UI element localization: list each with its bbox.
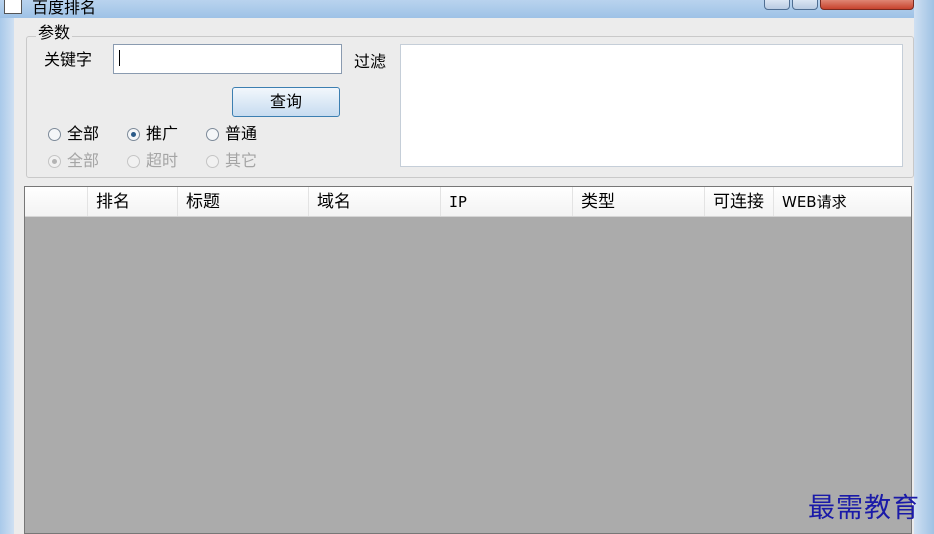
- radio-label: 超时: [146, 151, 179, 170]
- column-header-connectable[interactable]: 可连接: [704, 187, 773, 216]
- radio-label: 全部: [67, 151, 100, 170]
- filter-label: 过滤: [354, 52, 387, 71]
- column-header-type[interactable]: 类型: [572, 187, 704, 216]
- column-header-title[interactable]: 标题: [177, 187, 308, 216]
- app-icon: [4, 0, 22, 14]
- watermark-text: 最需教育: [808, 493, 920, 524]
- radio-indicator: [48, 154, 61, 168]
- radio-type-promoted[interactable]: 推广: [127, 124, 178, 144]
- minimize-button[interactable]: [764, 0, 790, 10]
- window-frame-right: [914, 0, 934, 534]
- results-listview[interactable]: 排名 标题 域名 IP 类型 可连接 WEB请求: [24, 186, 912, 534]
- radio-label: 全部: [67, 124, 100, 143]
- close-button[interactable]: [820, 0, 914, 10]
- query-button[interactable]: 查询: [232, 87, 340, 117]
- radio-status-other[interactable]: 其它: [206, 151, 257, 171]
- keyword-label: 关键字: [44, 50, 93, 69]
- radio-indicator: [127, 154, 140, 168]
- filter-input[interactable]: [400, 44, 903, 167]
- radio-label: 其它: [225, 151, 258, 170]
- radio-indicator: [206, 154, 219, 168]
- title-bar[interactable]: 百度排名: [0, 0, 934, 18]
- app-window: 百度排名 参数 关键字 过滤 查询 全部 推广 普通 全部 超时 其它 排名 标…: [0, 0, 934, 534]
- radio-indicator: [206, 127, 219, 141]
- radio-status-timeout[interactable]: 超时: [127, 151, 178, 171]
- listview-header: 排名 标题 域名 IP 类型 可连接 WEB请求: [25, 187, 911, 217]
- params-legend: 参数: [36, 23, 73, 43]
- radio-type-all[interactable]: 全部: [48, 124, 99, 144]
- radio-label: 推广: [146, 124, 179, 143]
- window-title: 百度排名: [32, 0, 97, 17]
- radio-label: 普通: [225, 124, 258, 143]
- radio-indicator: [127, 127, 140, 141]
- radio-indicator: [48, 127, 61, 141]
- column-header-domain[interactable]: 域名: [308, 187, 440, 216]
- maximize-button[interactable]: [792, 0, 818, 10]
- text-caret: [119, 50, 120, 66]
- column-header-web-request[interactable]: WEB请求: [773, 187, 911, 216]
- radio-type-normal[interactable]: 普通: [206, 124, 257, 144]
- keyword-input[interactable]: [113, 44, 342, 74]
- window-frame-left: [0, 18, 14, 534]
- column-header-rank[interactable]: 排名: [87, 187, 177, 216]
- column-header-ip[interactable]: IP: [440, 187, 572, 216]
- column-header-index[interactable]: [25, 187, 87, 216]
- radio-status-all[interactable]: 全部: [48, 151, 99, 171]
